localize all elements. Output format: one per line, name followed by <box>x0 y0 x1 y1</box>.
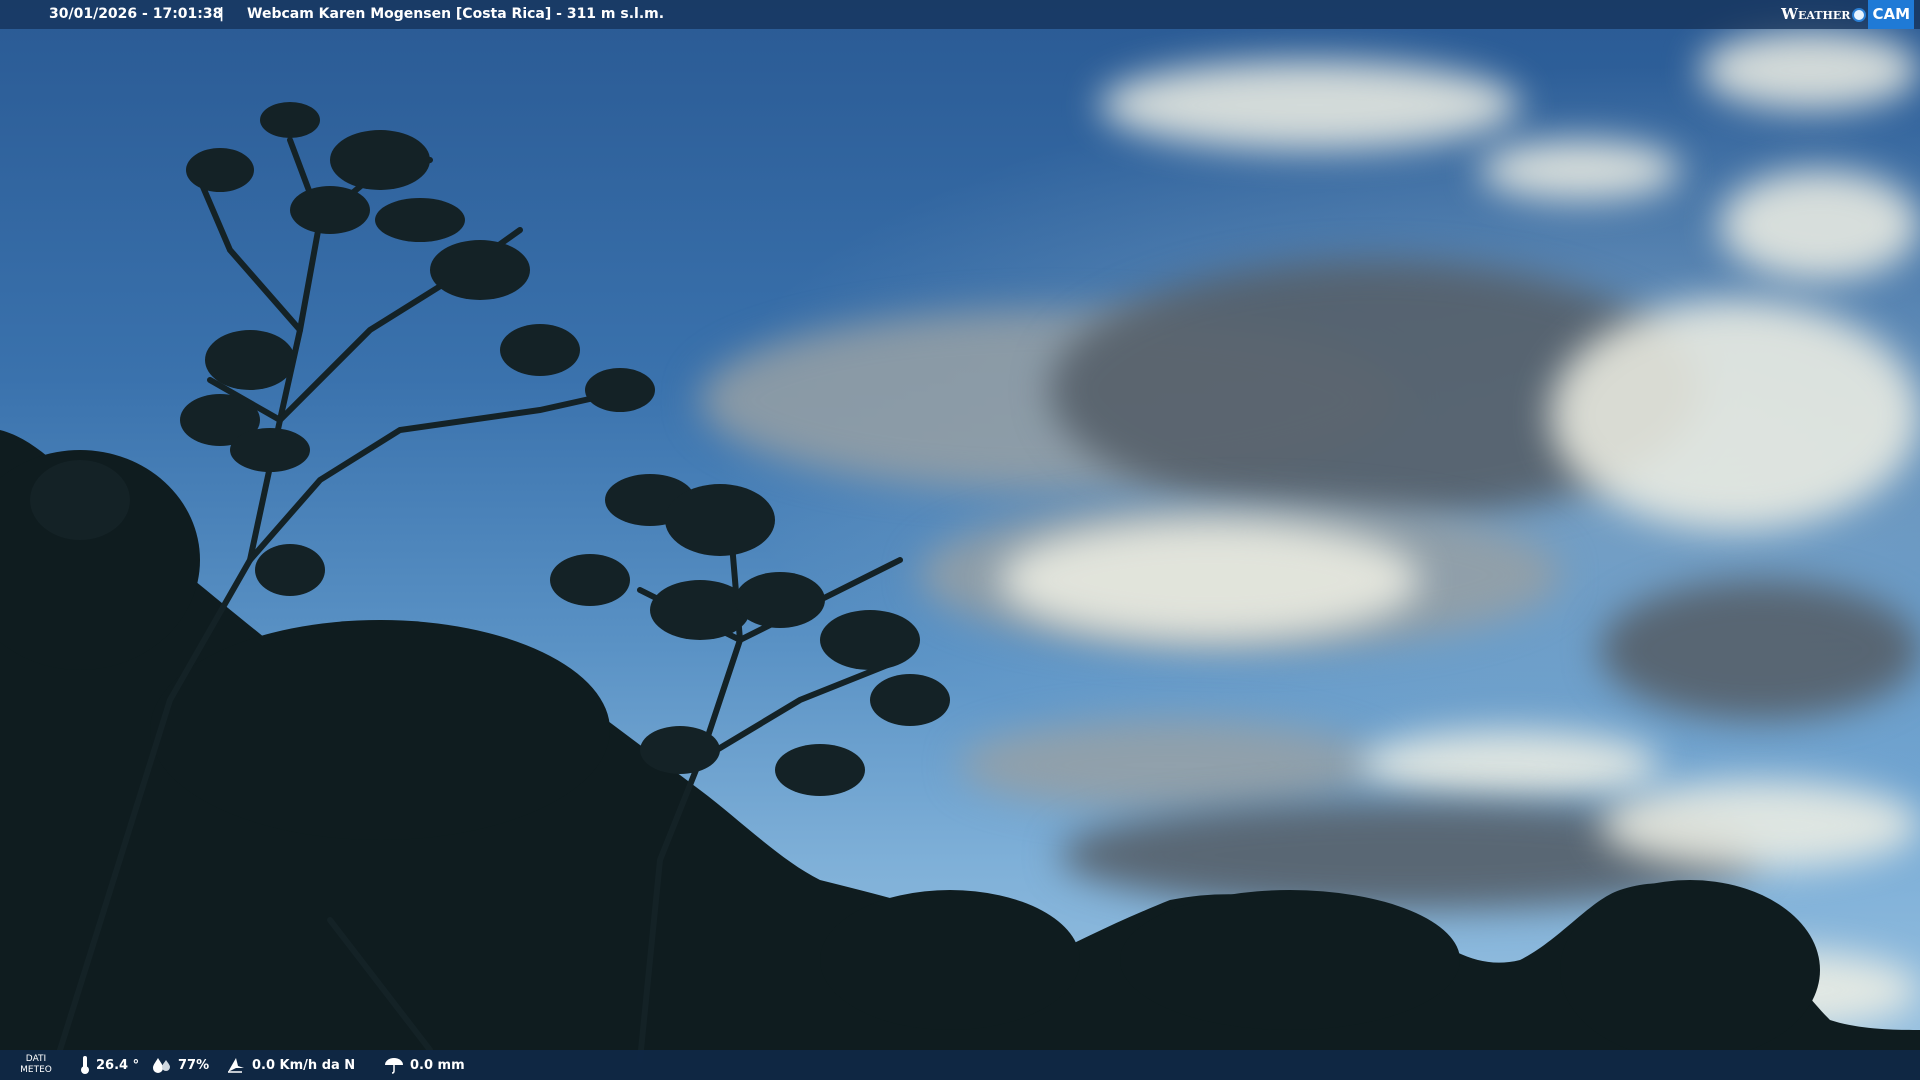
wind-reading: 0.0 Km/h da N <box>226 1050 355 1080</box>
logo-text-weather: Weather <box>1781 5 1851 23</box>
temperature-value: 26.4 ° <box>96 1057 140 1073</box>
top-info-bar: 30/01/2026 - 17:01:38 | Webcam Karen Mog… <box>0 0 1920 29</box>
separator: | <box>219 6 225 22</box>
weathercam-logo[interactable]: Weather CAM <box>1773 0 1920 29</box>
humidity-reading: 77% <box>152 1050 209 1080</box>
weather-data-bar: DATI METEO 26.4 ° 77% 0.0 Km/h da N 0.0 … <box>0 1050 1920 1080</box>
timestamp: 30/01/2026 - 17:01:38 <box>49 6 223 22</box>
rain-umbrella-icon <box>384 1056 404 1074</box>
webcam-image <box>0 0 1920 1080</box>
wind-icon <box>226 1056 246 1074</box>
rain-value: 0.0 mm <box>410 1057 465 1073</box>
thermometer-icon <box>80 1055 90 1075</box>
rain-reading: 0.0 mm <box>384 1050 465 1080</box>
temperature-reading: 26.4 ° <box>80 1050 139 1080</box>
dati-meteo-label: DATI METEO <box>20 1054 52 1075</box>
logo-text-cam: CAM <box>1868 0 1914 29</box>
logo-dot-icon <box>1852 7 1867 22</box>
wind-value: 0.0 Km/h da N <box>252 1057 356 1073</box>
webcam-title: Webcam Karen Mogensen [Costa Rica] - 311… <box>247 6 665 22</box>
humidity-drop-icon <box>152 1056 172 1074</box>
tree-silhouettes <box>0 102 1920 1080</box>
humidity-value: 77% <box>178 1057 210 1073</box>
